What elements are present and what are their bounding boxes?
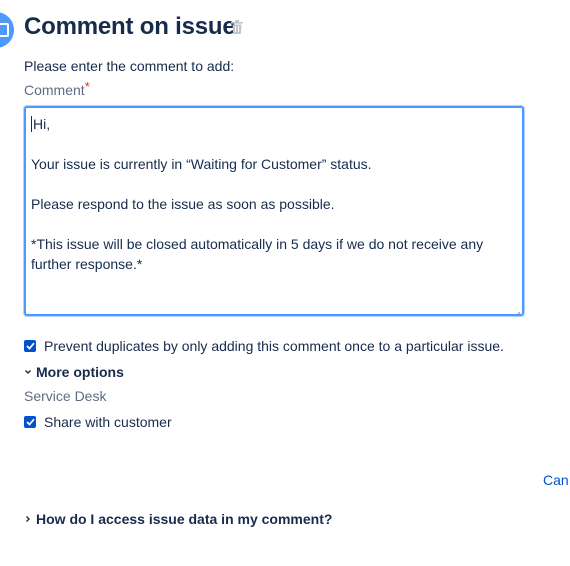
issue-icon xyxy=(0,12,14,48)
comment-on-issue-panel: Comment on issue Please enter the commen… xyxy=(0,0,570,566)
comment-line: Hi, xyxy=(31,116,51,132)
required-marker: * xyxy=(84,79,90,94)
resize-handle-icon[interactable] xyxy=(512,304,521,314)
cancel-button[interactable]: Can xyxy=(543,472,569,488)
panel-header: Comment on issue xyxy=(0,8,570,48)
help-toggle[interactable]: How do I access issue data in my comment… xyxy=(24,511,332,527)
service-desk-label: Service Desk xyxy=(24,388,107,404)
trash-icon[interactable] xyxy=(231,20,243,34)
comment-line xyxy=(31,214,516,234)
prevent-duplicates-checkbox[interactable] xyxy=(24,340,36,352)
page-title: Comment on issue xyxy=(24,13,236,40)
comment-field-label: Comment* xyxy=(24,79,90,98)
more-options-toggle[interactable]: More options xyxy=(24,364,124,380)
share-with-customer-label: Share with customer xyxy=(44,414,172,430)
comment-line: Please respond to the issue as soon as p… xyxy=(31,196,335,212)
share-with-customer-checkbox[interactable] xyxy=(24,416,36,428)
prevent-duplicates-option[interactable]: Prevent duplicates by only adding this c… xyxy=(24,338,504,354)
comment-line: *This issue will be closed automatically… xyxy=(31,236,487,272)
prevent-duplicates-label: Prevent duplicates by only adding this c… xyxy=(44,338,504,354)
more-options-label: More options xyxy=(36,364,124,380)
comment-line xyxy=(31,174,516,194)
chevron-right-icon xyxy=(26,516,30,522)
comment-textarea[interactable]: Hi, Your issue is currently in “Waiting … xyxy=(24,106,524,316)
comment-line: Your issue is currently in “Waiting for … xyxy=(31,156,372,172)
share-with-customer-option[interactable]: Share with customer xyxy=(24,414,172,430)
comment-instruction: Please enter the comment to add: xyxy=(24,58,235,74)
comment-line xyxy=(31,134,516,154)
comment-label-text: Comment xyxy=(24,82,85,98)
text-caret xyxy=(31,116,32,132)
help-label: How do I access issue data in my comment… xyxy=(36,511,333,527)
chevron-down-icon xyxy=(25,370,31,374)
